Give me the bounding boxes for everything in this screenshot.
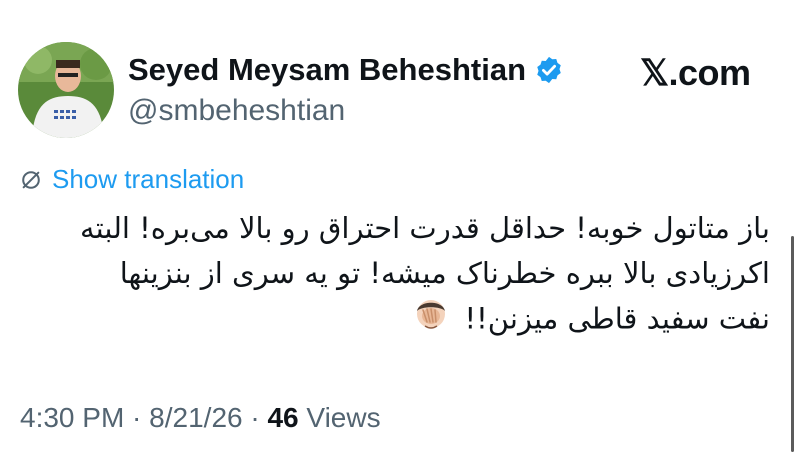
profile-photo-icon <box>18 42 114 138</box>
globe-slash-icon <box>22 170 40 189</box>
author-name[interactable]: Seyed Meysam Beheshtian <box>128 52 564 88</box>
post-text: باز متاتول خوبه! حداقل قدرت احتراق رو با… <box>20 206 770 345</box>
meta-separator: · <box>124 402 150 433</box>
views-count: 46 <box>267 402 299 433</box>
x-logo: 𝕏.com <box>640 52 751 93</box>
post-line-3: نفت سفید قاطی میزنن!! <box>20 296 770 345</box>
post-date[interactable]: 8/21/26 <box>149 402 242 433</box>
author-handle[interactable]: @smbeheshtian <box>128 94 345 128</box>
meta-separator: · <box>242 402 268 433</box>
avatar[interactable] <box>18 42 114 138</box>
post-time[interactable]: 4:30 PM <box>20 402 124 433</box>
scrollbar[interactable] <box>791 236 794 452</box>
post-line-1: باز متاتول خوبه! حداقل قدرت احتراق رو با… <box>80 211 770 245</box>
post-line-2: اکرزیادی بالا ببره خطرناک میشه! تو یه سر… <box>119 256 770 290</box>
author-name-text[interactable]: Seyed Meysam Beheshtian <box>128 52 526 88</box>
face-palm-icon <box>413 296 449 345</box>
post-meta: 4:30 PM · 8/21/26 · 46 Views <box>20 402 381 434</box>
post-line-3-text: نفت سفید قاطی میزنن!! <box>464 301 770 336</box>
views-label: Views <box>298 402 381 433</box>
show-translation-label[interactable]: Show translation <box>52 164 244 195</box>
verified-badge-icon <box>534 55 564 85</box>
show-translation-button[interactable]: Show translation <box>20 164 244 195</box>
